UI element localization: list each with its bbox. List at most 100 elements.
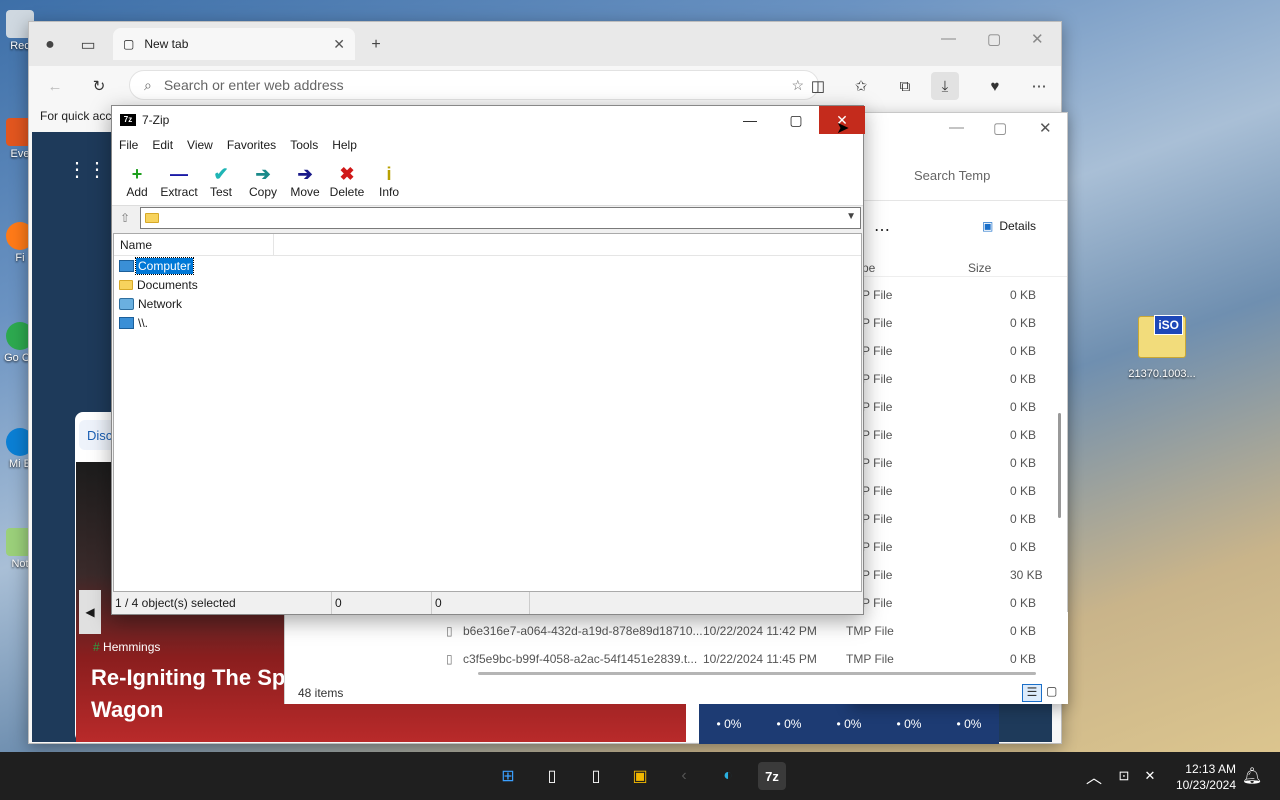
iso-file-icon[interactable]: iSO [1138, 315, 1186, 358]
edge-taskbar-icon[interactable]: ◐ [714, 762, 742, 790]
folder-icon [119, 279, 133, 290]
list-header: Name [114, 234, 861, 256]
close-button[interactable]: ✕ [1031, 30, 1044, 48]
clock[interactable]: 12:13 AM 10/23/2024 [1176, 761, 1236, 793]
chevron-down-icon[interactable]: ▼ [846, 211, 856, 222]
menu-file[interactable]: File [119, 138, 138, 152]
item-label: \\. [138, 315, 149, 330]
maximize-button[interactable]: ▢ [987, 30, 1001, 48]
up-folder-icon[interactable]: ⇧ [114, 208, 136, 228]
tool-move-button[interactable]: ➔ Move [284, 156, 326, 205]
show-hidden-icons-chevron-icon[interactable]: ︿ [1080, 762, 1108, 790]
tool-info-button[interactable]: i Info [368, 156, 410, 205]
tool-label: Info [378, 184, 399, 199]
file-size: 0 KB [1010, 344, 1037, 358]
folder-icon [145, 213, 159, 223]
horizontal-scrollbar[interactable] [478, 672, 1036, 675]
file-type: TMP File [846, 652, 894, 666]
list-item[interactable]: Network [114, 294, 861, 313]
details-view-icon[interactable]: ☰ [1022, 684, 1042, 702]
column-header-size[interactable]: Size [968, 261, 991, 275]
column-header-name[interactable]: Name [114, 234, 274, 255]
status-packed: 0 [432, 592, 530, 614]
tool-label: Move [290, 184, 320, 199]
path-bar: ⇧ ▼ [112, 206, 863, 230]
copy-icon: ➔ [255, 163, 271, 184]
explorer-search-input[interactable]: Search Temp [914, 168, 990, 183]
details-button[interactable]: ▣ Details [982, 219, 1036, 233]
discover-tab[interactable]: Disc [79, 420, 113, 450]
sevenzip-maximize-button[interactable]: ▢ [773, 106, 819, 134]
path-input[interactable]: ▼ [140, 207, 861, 229]
menu-tools[interactable]: Tools [290, 138, 318, 152]
news-headline[interactable]: Re-Igniting The Sp Wagon [91, 662, 291, 728]
move-icon: ➔ [297, 163, 313, 184]
iso-file-label: 21370.1003... [1128, 368, 1196, 380]
explorer-columns [851, 255, 1067, 277]
tool-label: Delete [329, 184, 365, 199]
tab-actions-icon[interactable]: ▭ [75, 32, 101, 58]
start-icon[interactable]: ⊞ [494, 762, 522, 790]
minimize-button[interactable]: — [941, 30, 956, 47]
explorer-maximize-button[interactable]: ▢ [993, 119, 1007, 137]
tool-copy-button[interactable]: ➔ Copy [242, 156, 284, 205]
file-name[interactable]: b6e316e7-a064-432d-a19d-878e89d18710... [463, 624, 703, 638]
browser-essentials-icon[interactable]: ♥ [981, 72, 1009, 100]
news-source: # Hemmings [93, 640, 161, 654]
tiles-view-icon[interactable]: ▢ [1046, 684, 1057, 698]
column-header-type[interactable]: pe [862, 261, 875, 275]
document-app-icon[interactable]: ▯ [582, 762, 610, 790]
file-type: P File [862, 568, 893, 582]
refresh-icon[interactable]: ↻ [85, 72, 113, 100]
list-item[interactable]: \\. [114, 313, 861, 332]
list-item[interactable]: Documents [114, 275, 861, 294]
status-size: 0 [332, 592, 432, 614]
tab-title: New tab [144, 37, 189, 51]
split-screen-icon[interactable]: ◫ [804, 72, 832, 100]
file-name[interactable]: c3f5e9bc-b99f-4058-a2ac-54f1451e2839.t..… [463, 652, 697, 666]
explorer-close-button[interactable]: ✕ [1039, 119, 1052, 137]
sevenzip-taskbar-icon[interactable]: 7z [758, 762, 786, 790]
sevenzip-minimize-button[interactable]: — [727, 106, 773, 134]
file-type: P File [862, 540, 893, 554]
volume-muted-icon[interactable]: ✕ [1136, 762, 1164, 790]
file-type: P File [862, 484, 893, 498]
carousel-prev-button[interactable]: ◀ [79, 590, 101, 634]
tool-delete-button[interactable]: ✖ Delete [326, 156, 368, 205]
explorer-scrollbar[interactable] [1058, 413, 1061, 518]
tab-new-tab[interactable]: ▢ New tab ✕ [113, 28, 355, 60]
profile-icon[interactable]: ● [37, 32, 63, 58]
file-app-icon[interactable]: ▯ [538, 762, 566, 790]
new-tab-button[interactable]: + [363, 32, 389, 58]
menu-help[interactable]: Help [332, 138, 357, 152]
tool-extract-button[interactable]: — Extract [158, 156, 200, 205]
favorite-star-icon[interactable]: ☆ [791, 77, 804, 94]
address-bar[interactable]: ⌕ Search or enter web address ☆ [129, 70, 819, 100]
file-type: P File [862, 400, 893, 414]
file-size: 0 KB [1010, 400, 1037, 414]
explorer-more-icon[interactable]: ⋯ [874, 220, 890, 240]
tool-add-button[interactable]: + Add [116, 156, 158, 205]
close-tab-icon[interactable]: ✕ [333, 36, 345, 53]
file-size: 30 KB [1010, 568, 1043, 582]
tool-label: Extract [160, 184, 198, 199]
explorer-minimize-button[interactable]: — [949, 119, 964, 136]
collections-icon[interactable]: ⧉ [891, 72, 919, 100]
tool-test-button[interactable]: ✔ Test [200, 156, 242, 205]
extract-icon: — [170, 163, 188, 184]
back-icon[interactable]: ← [41, 72, 69, 100]
network-icon[interactable]: ⊡ [1110, 762, 1138, 790]
menu-edit[interactable]: Edit [152, 138, 173, 152]
downloads-icon[interactable]: ⤓ [931, 72, 959, 100]
more-menu-icon[interactable]: ⋯ [1025, 72, 1053, 100]
notifications-bell-icon[interactable]: 🔔︎ [1238, 762, 1266, 790]
test-icon: ✔ [213, 163, 229, 184]
file-size: 0 KB [1010, 372, 1037, 386]
favorites-icon[interactable]: ✩ [847, 72, 875, 100]
menu-view[interactable]: View [187, 138, 213, 152]
list-item[interactable]: Computer [114, 256, 861, 275]
file-type: P File [862, 316, 893, 330]
menu-favorites[interactable]: Favorites [227, 138, 276, 152]
file-type: P File [862, 428, 893, 442]
store-icon[interactable]: ▣ [626, 762, 654, 790]
